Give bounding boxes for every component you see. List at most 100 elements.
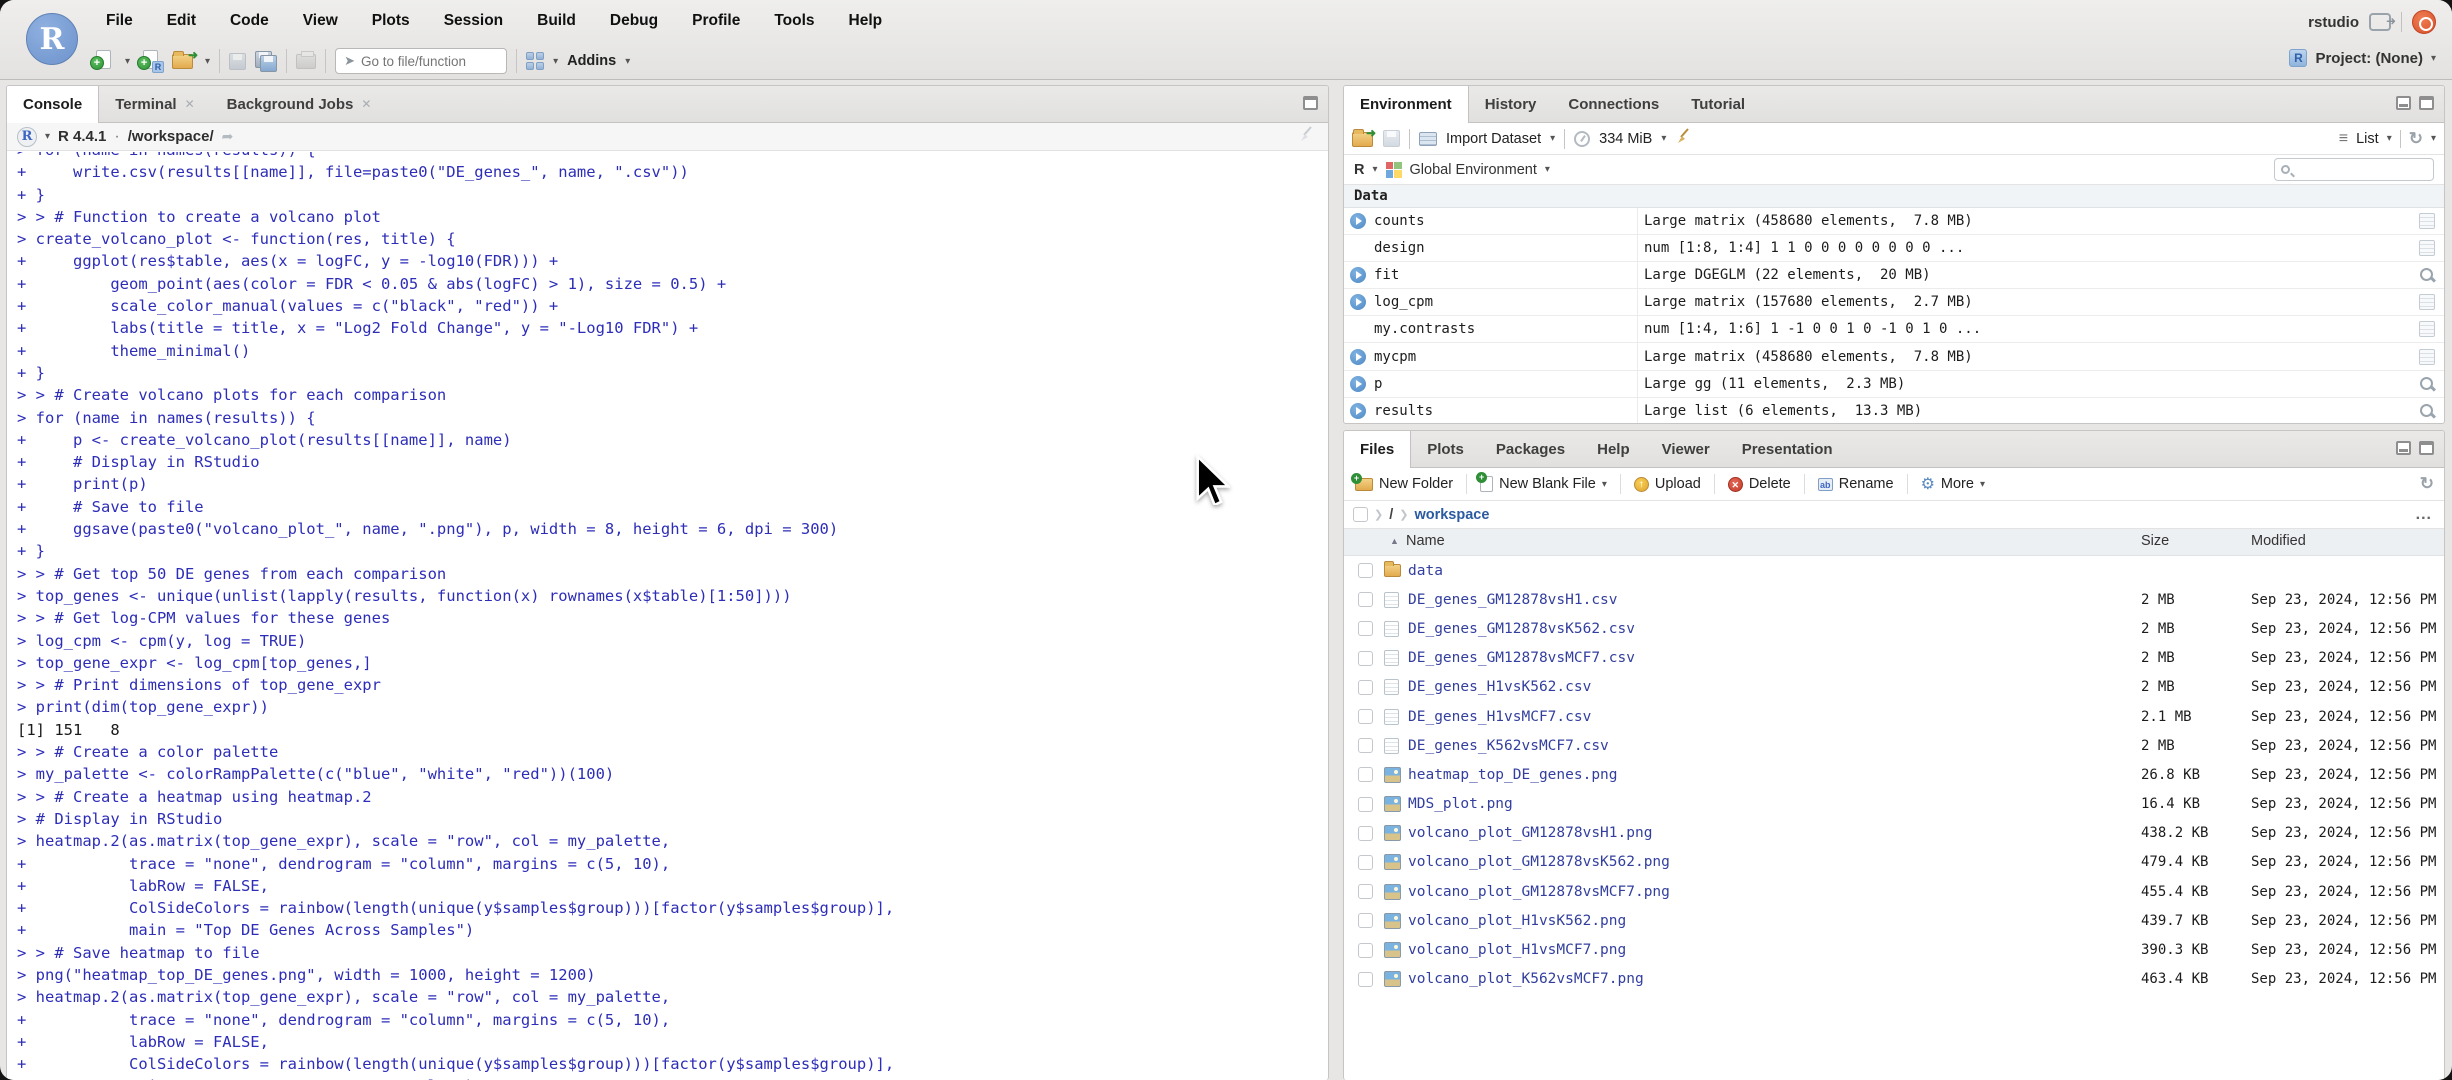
panel-tab[interactable]: Help: [1581, 431, 1646, 467]
column-size[interactable]: Size: [2141, 533, 2169, 549]
variable-view-icon[interactable]: [2419, 240, 2435, 257]
save-workspace-icon[interactable]: [1383, 130, 1400, 147]
load-workspace-icon[interactable]: ➜: [1352, 126, 1376, 150]
panel-tab[interactable]: Tutorial: [1675, 86, 1761, 122]
clear-console-icon[interactable]: [1298, 125, 1316, 148]
panel-tab[interactable]: Viewer: [1646, 431, 1726, 467]
file-row[interactable]: DE_genes_GM12878vsH1.csv 2 MB Sep 23, 20…: [1344, 585, 2444, 614]
working-directory-label[interactable]: /workspace/: [128, 128, 214, 145]
expand-arrow-icon[interactable]: [1350, 267, 1366, 284]
file-checkbox[interactable]: [1358, 592, 1373, 608]
file-name-link[interactable]: volcano_plot_GM12878vsH1.png: [1408, 825, 1652, 841]
environment-row[interactable]: fit Large DGEGLM (22 elements, 20 MB): [1344, 262, 2444, 290]
goto-file-function-input[interactable]: [360, 53, 481, 69]
file-checkbox[interactable]: [1358, 971, 1373, 987]
import-dataset-button[interactable]: Import Dataset: [1446, 131, 1541, 147]
popout-directory-icon[interactable]: ➦: [222, 128, 234, 145]
file-name-link[interactable]: DE_genes_GM12878vsK562.csv: [1408, 621, 1635, 637]
file-row[interactable]: DE_genes_H1vsMCF7.csv 2.1 MB Sep 23, 202…: [1344, 702, 2444, 731]
new-folder-button[interactable]: New Folder: [1351, 472, 1456, 492]
menu-item[interactable]: Plots: [358, 12, 424, 30]
file-row[interactable]: data: [1344, 556, 2444, 585]
file-checkbox[interactable]: [1358, 650, 1373, 666]
language-selector[interactable]: R: [1354, 162, 1364, 178]
global-environment-selector[interactable]: Global Environment: [1410, 162, 1537, 178]
expand-arrow-icon[interactable]: [1350, 375, 1366, 392]
panel-tab[interactable]: Connections: [1552, 86, 1675, 122]
environment-row[interactable]: mycpm Large matrix (458680 elements, 7.8…: [1344, 343, 2444, 371]
maximize-pane-icon[interactable]: [2419, 441, 2434, 455]
rename-button[interactable]: ab Rename: [1815, 476, 1897, 492]
panes-grid-icon[interactable]: [526, 52, 545, 70]
environment-row[interactable]: p Large gg (11 elements, 2.3 MB): [1344, 370, 2444, 398]
variable-view-icon[interactable]: [2419, 294, 2435, 311]
column-name[interactable]: Name: [1406, 533, 1445, 549]
file-name-link[interactable]: volcano_plot_GM12878vsMCF7.png: [1408, 884, 1670, 900]
file-checkbox[interactable]: [1358, 884, 1373, 900]
select-all-checkbox[interactable]: [1353, 507, 1368, 522]
environment-row[interactable]: log_cpm Large matrix (157680 elements, 2…: [1344, 289, 2444, 317]
file-name-link[interactable]: DE_genes_GM12878vsMCF7.csv: [1408, 650, 1635, 666]
goto-file-function-box[interactable]: ➤: [335, 48, 508, 74]
file-row[interactable]: volcano_plot_H1vsMCF7.png 390.3 KB Sep 2…: [1344, 935, 2444, 964]
expand-arrow-icon[interactable]: [1350, 402, 1366, 419]
panes-caret-icon[interactable]: ▾: [553, 56, 558, 67]
menu-item[interactable]: Profile: [678, 12, 754, 30]
new-file-button[interactable]: +: [90, 50, 116, 72]
file-name-link[interactable]: data: [1408, 563, 1443, 579]
file-row[interactable]: MDS_plot.png 16.4 KB Sep 23, 2024, 12:56…: [1344, 790, 2444, 819]
file-name-link[interactable]: DE_genes_K562vsMCF7.csv: [1408, 738, 1609, 754]
environment-row[interactable]: my.contrasts num [1:4, 1:6] 1 -1 0 0 1 0…: [1344, 316, 2444, 344]
minimize-pane-icon[interactable]: [2396, 441, 2411, 455]
file-name-link[interactable]: MDS_plot.png: [1408, 796, 1513, 812]
file-row[interactable]: DE_genes_K562vsMCF7.csv 2 MB Sep 23, 202…: [1344, 731, 2444, 760]
environment-search-input[interactable]: [2295, 162, 2415, 177]
menu-item[interactable]: Debug: [596, 12, 672, 30]
menu-item[interactable]: Help: [835, 12, 897, 30]
variable-view-icon[interactable]: [2419, 213, 2435, 230]
file-checkbox[interactable]: [1358, 942, 1373, 958]
menu-item[interactable]: Build: [523, 12, 590, 30]
file-row[interactable]: volcano_plot_GM12878vsMCF7.png 455.4 KB …: [1344, 877, 2444, 906]
file-row[interactable]: DE_genes_GM12878vsMCF7.csv 2 MB Sep 23, …: [1344, 644, 2444, 673]
panel-tab[interactable]: Presentation: [1726, 431, 1849, 467]
save-button[interactable]: [229, 52, 247, 70]
panel-tab[interactable]: Terminal ✕: [99, 86, 210, 122]
sign-out-icon[interactable]: [2369, 13, 2396, 31]
panel-tab[interactable]: Console: [7, 86, 100, 123]
delete-button[interactable]: ✕ Delete: [1725, 476, 1794, 492]
r-version-caret-icon[interactable]: ▾: [45, 131, 50, 142]
file-checkbox[interactable]: [1358, 854, 1373, 870]
power-quit-icon[interactable]: [2412, 10, 2436, 34]
breadcrumb-root[interactable]: /: [1389, 507, 1393, 523]
more-button[interactable]: ⚙ More ▾: [1918, 474, 1988, 494]
file-row[interactable]: DE_genes_GM12878vsK562.csv 2 MB Sep 23, …: [1344, 614, 2444, 643]
menu-item[interactable]: Tools: [760, 12, 828, 30]
import-dataset-caret-icon[interactable]: ▾: [1550, 133, 1555, 144]
file-checkbox[interactable]: [1358, 767, 1373, 783]
new-project-button[interactable]: + R: [137, 50, 165, 73]
tab-close-icon[interactable]: ✕: [361, 97, 371, 111]
breadcrumb-folder[interactable]: workspace: [1414, 507, 1489, 523]
language-caret-icon[interactable]: ▾: [1372, 164, 1377, 175]
environment-row[interactable]: design num [1:8, 1:4] 1 1 0 0 0 0 0 0 0 …: [1344, 235, 2444, 263]
file-checkbox[interactable]: [1358, 913, 1373, 929]
panel-tab[interactable]: Background Jobs ✕: [211, 86, 388, 122]
maximize-pane-icon[interactable]: [2419, 96, 2434, 110]
file-checkbox[interactable]: [1358, 621, 1373, 637]
save-all-button[interactable]: [255, 51, 278, 72]
list-view-button[interactable]: List: [2356, 131, 2379, 147]
tab-close-icon[interactable]: ✕: [185, 97, 195, 111]
addins-button[interactable]: Addins: [567, 53, 616, 69]
variable-view-icon[interactable]: [2419, 321, 2435, 338]
clear-environment-icon[interactable]: [1675, 127, 1693, 150]
variable-view-icon[interactable]: [2419, 376, 2435, 392]
file-checkbox[interactable]: [1358, 709, 1373, 725]
file-checkbox[interactable]: [1358, 825, 1373, 841]
global-environment-caret-icon[interactable]: ▾: [1545, 164, 1550, 175]
open-file-caret-icon[interactable]: ▾: [205, 56, 210, 67]
menu-item[interactable]: Session: [430, 12, 517, 30]
list-view-caret-icon[interactable]: ▾: [2387, 133, 2392, 144]
file-name-link[interactable]: volcano_plot_H1vsK562.png: [1408, 913, 1626, 929]
file-name-link[interactable]: volcano_plot_GM12878vsK562.png: [1408, 854, 1670, 870]
